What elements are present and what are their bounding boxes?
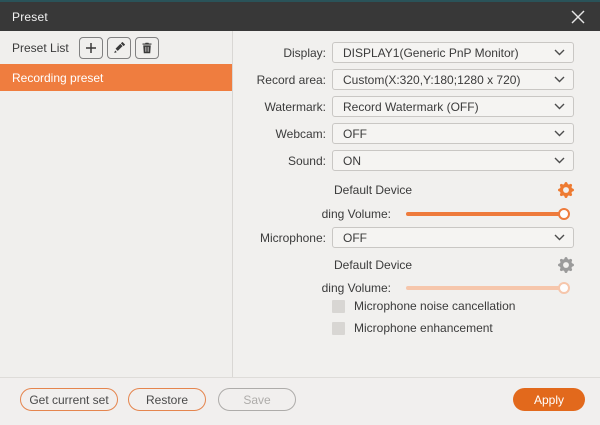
chevron-down-icon <box>554 49 565 56</box>
sidebar-item-recording-preset[interactable]: Recording preset <box>0 64 232 91</box>
dialog-body: Preset List <box>0 31 600 377</box>
display-label: Display: <box>233 46 326 60</box>
microphone-volume-row: ding Volume: <box>233 281 574 295</box>
microphone-volume-label: ding Volume: <box>233 281 391 295</box>
apply-button[interactable]: Apply <box>513 388 585 411</box>
microphone-label: Microphone: <box>233 231 326 245</box>
watermark-dropdown[interactable]: Record Watermark (OFF) <box>332 96 574 117</box>
preset-toolbar <box>79 37 159 59</box>
pencil-icon <box>113 42 125 54</box>
chevron-down-icon <box>554 76 565 83</box>
slider-track <box>406 212 569 216</box>
display-dropdown[interactable]: DISPLAY1(Generic PnP Monitor) <box>332 42 574 63</box>
watermark-value: Record Watermark (OFF) <box>343 100 554 114</box>
plus-icon <box>85 42 97 54</box>
webcam-value: OFF <box>343 127 554 141</box>
preset-list-label: Preset List <box>12 41 69 55</box>
display-value: DISPLAY1(Generic PnP Monitor) <box>343 46 554 60</box>
watermark-label: Watermark: <box>233 100 326 114</box>
preset-list-header: Preset List <box>0 31 232 64</box>
record-area-dropdown[interactable]: Custom(X:320,Y:180;1280 x 720) <box>332 69 574 90</box>
chevron-down-icon <box>554 103 565 110</box>
trash-icon <box>141 42 153 54</box>
preset-window: Preset Preset List <box>0 0 600 425</box>
sound-dropdown[interactable]: ON <box>332 150 574 171</box>
chevron-down-icon <box>554 130 565 137</box>
webcam-dropdown[interactable]: OFF <box>332 123 574 144</box>
webcam-row: Webcam: OFF <box>233 123 574 144</box>
sound-value: ON <box>343 154 554 168</box>
sound-settings-gear-icon[interactable] <box>558 182 574 198</box>
slider-knob[interactable] <box>558 208 570 220</box>
sound-label: Sound: <box>233 154 326 168</box>
slider-track <box>406 286 569 290</box>
sidebar: Preset List <box>0 31 233 377</box>
enhancement-label: Microphone enhancement <box>354 321 493 335</box>
sound-row: Sound: ON <box>233 150 574 171</box>
microphone-dropdown[interactable]: OFF <box>332 227 574 248</box>
microphone-row: Microphone: OFF <box>233 227 574 248</box>
add-preset-button[interactable] <box>79 37 103 59</box>
noise-cancellation-checkbox[interactable] <box>332 300 345 313</box>
sound-device-row: Default Device <box>334 182 574 198</box>
watermark-row: Watermark: Record Watermark (OFF) <box>233 96 574 117</box>
microphone-settings-gear-icon[interactable] <box>558 257 574 273</box>
settings-panel: Display: DISPLAY1(Generic PnP Monitor) R… <box>233 31 600 377</box>
footer-bar: Get current set Restore Save Apply <box>0 377 600 425</box>
restore-button[interactable]: Restore <box>128 388 206 411</box>
chevron-down-icon <box>554 157 565 164</box>
chevron-down-icon <box>554 234 565 241</box>
window-title: Preset <box>12 10 48 24</box>
slider-knob[interactable] <box>558 282 570 294</box>
record-area-label: Record area: <box>233 73 326 87</box>
noise-cancellation-label: Microphone noise cancellation <box>354 299 515 313</box>
microphone-device-row: Default Device <box>334 257 574 273</box>
delete-preset-button[interactable] <box>135 37 159 59</box>
record-area-value: Custom(X:320,Y:180;1280 x 720) <box>343 73 554 87</box>
get-current-set-button[interactable]: Get current set <box>20 388 118 411</box>
sound-volume-row: ding Volume: <box>233 207 574 221</box>
microphone-device-name: Default Device <box>334 258 412 272</box>
sound-volume-label: ding Volume: <box>233 207 391 221</box>
record-area-row: Record area: Custom(X:320,Y:180;1280 x 7… <box>233 69 574 90</box>
titlebar: Preset <box>0 2 600 31</box>
enhancement-row: Microphone enhancement <box>332 321 493 335</box>
webcam-label: Webcam: <box>233 127 326 141</box>
save-button[interactable]: Save <box>218 388 296 411</box>
sound-device-name: Default Device <box>334 183 412 197</box>
sound-volume-slider[interactable] <box>406 207 569 221</box>
display-row: Display: DISPLAY1(Generic PnP Monitor) <box>233 42 574 63</box>
microphone-value: OFF <box>343 231 554 245</box>
noise-cancellation-row: Microphone noise cancellation <box>332 299 515 313</box>
edit-preset-button[interactable] <box>107 37 131 59</box>
microphone-volume-slider[interactable] <box>406 281 569 295</box>
close-icon[interactable] <box>566 6 590 28</box>
enhancement-checkbox[interactable] <box>332 322 345 335</box>
sidebar-item-label: Recording preset <box>12 71 103 85</box>
